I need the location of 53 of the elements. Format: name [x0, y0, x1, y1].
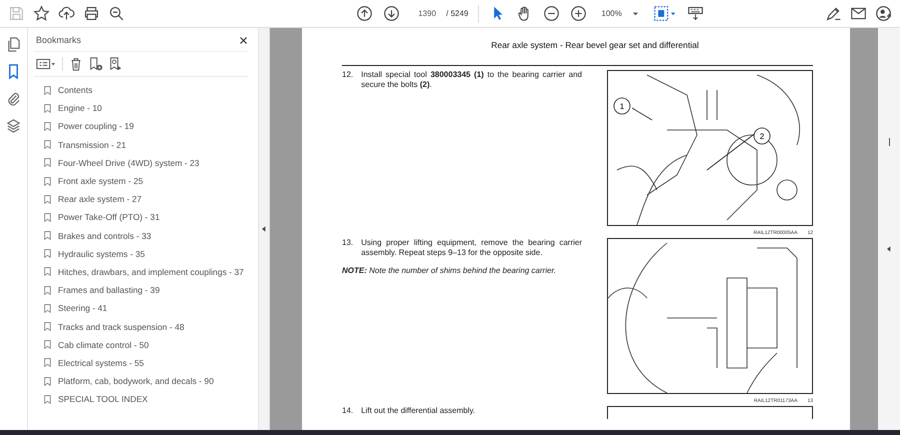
zoom-in-icon[interactable] [570, 5, 588, 22]
delete-icon[interactable] [69, 57, 83, 71]
bookmark-item[interactable]: Steering - 41 [44, 299, 248, 318]
pages-panel-button[interactable] [6, 35, 22, 53]
bookmark-item[interactable]: SPECIAL TOOL INDEX [44, 390, 248, 408]
bookmark-item[interactable]: Cab climate control - 50 [44, 336, 248, 354]
bookmark-item[interactable]: Power coupling - 19 [44, 117, 248, 136]
bookmark-item[interactable]: Tracks and track suspension - 48 [44, 317, 248, 336]
fit-page-icon[interactable] [652, 5, 677, 22]
print-icon[interactable] [83, 5, 100, 22]
bookmark-item[interactable]: Engine - 10 [44, 99, 248, 118]
bookmark-item[interactable]: Front axle system - 25 [44, 172, 248, 190]
close-icon[interactable] [239, 36, 248, 44]
caret-icon [632, 10, 639, 17]
panel-collapse-handle[interactable] [259, 28, 270, 430]
bookmark-item[interactable]: Frames and ballasting - 39 [44, 281, 248, 300]
bookmark-item[interactable]: Brakes and controls - 33 [44, 226, 248, 245]
step-text: Install special tool 380003345 (1) to the bearing carrier and secure the bolts (2). [361, 70, 582, 90]
step-text: Using proper lifting equipment, remove the bearing carrier assembly. Repeat steps 9–13 for the opposite side. [361, 238, 582, 258]
bookmark-item[interactable]: Hydraulic systems - 35 [44, 244, 248, 263]
step-number: 14. [342, 406, 354, 416]
zoom-out-icon[interactable] [543, 5, 560, 22]
search-icon[interactable] [108, 5, 125, 22]
step-number: 12. [342, 70, 354, 81]
bookmark-item[interactable]: Contents [44, 81, 248, 100]
star-icon[interactable] [33, 5, 50, 22]
bookmark-item[interactable]: Power Take-Off (PTO) - 31 [44, 208, 248, 226]
bookmark-item[interactable]: Hitches, drawbars, and implement couplings - 37 [44, 262, 248, 282]
upload-cloud-icon[interactable] [58, 5, 75, 22]
zoom-dropdown[interactable]: 100% [597, 7, 643, 20]
options-menu-icon[interactable] [36, 57, 56, 71]
callout-label: 2 [754, 128, 770, 144]
add-user-icon[interactable] [875, 5, 892, 22]
bookmark-item[interactable]: Transmission - 21 [44, 136, 248, 154]
panel-title: Bookmarks [36, 35, 82, 45]
search-bookmark-icon[interactable] [109, 57, 123, 71]
sign-pen-icon[interactable] [825, 5, 842, 22]
bookmark-item[interactable]: Rear axle system - 27 [44, 190, 248, 208]
mail-icon[interactable] [850, 5, 867, 22]
note-text: NOTE: Note the number of shims behind the bearing carrier. [342, 266, 558, 276]
previous-page-icon[interactable] [356, 5, 374, 22]
new-bookmark-icon[interactable] [89, 57, 103, 71]
bookmark-item[interactable]: Four-Wheel Drive (4WD) system - 23 [44, 154, 248, 172]
next-page-icon[interactable] [383, 5, 400, 22]
step-number: 13. [342, 238, 354, 249]
keyboard-icon[interactable] [686, 5, 704, 22]
page-total: / 5249 [446, 9, 468, 18]
callout-label: 1 [614, 98, 630, 114]
bookmark-item[interactable]: Electrical systems - 55 [44, 354, 248, 372]
expand-panel-icon[interactable] [887, 246, 891, 252]
page-header: Rear axle system - Rear bevel gear set and differential [490, 40, 700, 50]
bookmark-item[interactable]: Platform, cab, bodywork, and decals - 90 [44, 372, 248, 390]
step-text: Lift out the differential assembly. [361, 406, 476, 416]
